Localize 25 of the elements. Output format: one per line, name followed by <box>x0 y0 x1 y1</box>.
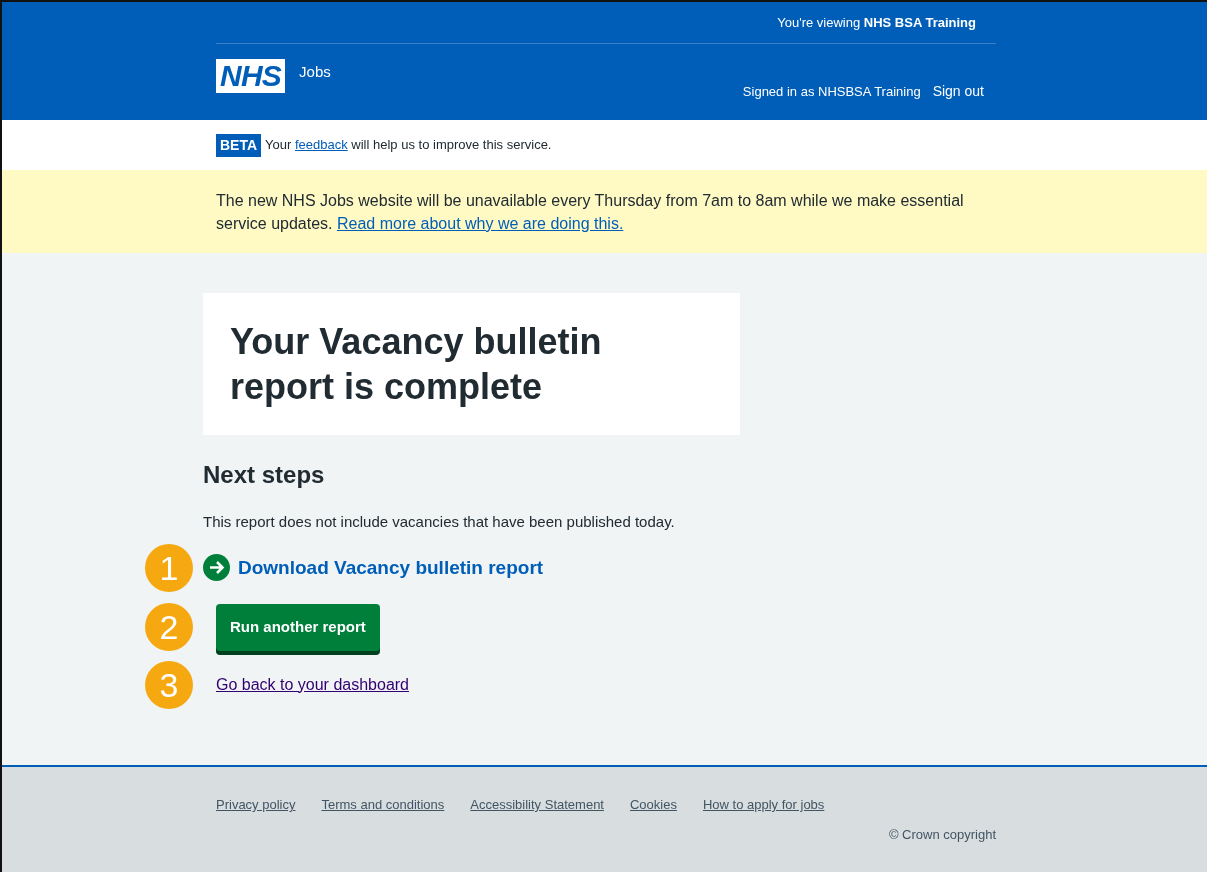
nhs-logo[interactable]: NHS <box>216 59 286 93</box>
copyright-text: © Crown copyright <box>888 825 996 844</box>
signed-in-text: Signed in as NHSBSA Training <box>742 82 921 101</box>
next-steps-text: This report does not include vacancies that have been published today. <box>203 512 676 532</box>
dashboard-link[interactable]: Go back to your dashboard <box>216 672 409 697</box>
download-link[interactable]: Download Vacancy bulletin report <box>238 553 544 582</box>
footer-link[interactable]: Cookies <box>630 795 677 815</box>
footer-link[interactable]: How to apply for jobs <box>702 795 825 815</box>
viewing-organisation: You're viewing NHS BSA Training <box>777 13 976 32</box>
callout-number: 2 <box>145 603 193 652</box>
next-steps-heading: Next steps <box>203 460 326 490</box>
sign-out-link[interactable]: Sign out <box>932 81 984 102</box>
read-more-link[interactable]: Read more about why we are doing this. <box>336 214 624 232</box>
beta-tag: BETA <box>216 133 262 157</box>
feedback-link[interactable]: feedback <box>294 137 348 153</box>
notice-text: The new NHS Jobs website will be unavailable every Thursday from 7am to 8am while we make essential service updates. Read more about why we are doing this. <box>216 190 965 234</box>
footer-link[interactable]: Accessibility Statement <box>470 795 604 815</box>
feedback-message: Your feedback will help us to improve this service. <box>265 136 552 155</box>
footer-link[interactable]: Privacy policy <box>216 795 296 815</box>
callout-number: 1 <box>145 543 193 592</box>
arrow-circle-icon <box>203 554 230 582</box>
footer-link[interactable]: Terms and conditions <box>321 795 445 815</box>
service-name[interactable]: Jobs <box>299 61 331 84</box>
callout-number: 3 <box>145 660 193 709</box>
page-title: Your Vacancy bulletin report is complete <box>230 320 603 409</box>
